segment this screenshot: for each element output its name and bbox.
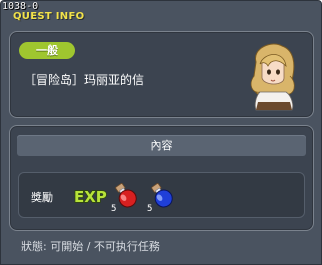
red-potion-count: 5 (111, 204, 117, 214)
exp-icon: EXP (73, 187, 107, 206)
quest-name: ［冒险岛］玛丽亚的信 (24, 73, 145, 87)
reward-box: 獎勵 EXP 5 5 (18, 172, 305, 218)
quest-info-window: 1038-0 QUEST INFO 一般 ［冒险岛］玛丽亚的信 內容 獎勵 EX… (0, 0, 322, 265)
npc-portrait-icon (250, 43, 295, 111)
quest-status-text: 狀態: 可開始 / 不可执行任務 (21, 240, 160, 253)
quest-category-badge: 一般 (19, 42, 75, 59)
tab-content[interactable]: 內容 (17, 135, 306, 156)
blue-potion-count: 5 (147, 204, 153, 214)
quest-content-panel: 內容 獎勵 EXP 5 5 (9, 125, 314, 231)
exp-text: EXP (74, 188, 107, 206)
quest-header-panel: 一般 ［冒险岛］玛丽亚的信 (9, 31, 314, 118)
reward-label: 獎勵 (31, 191, 53, 204)
window-title: QUEST INFO (13, 11, 85, 22)
